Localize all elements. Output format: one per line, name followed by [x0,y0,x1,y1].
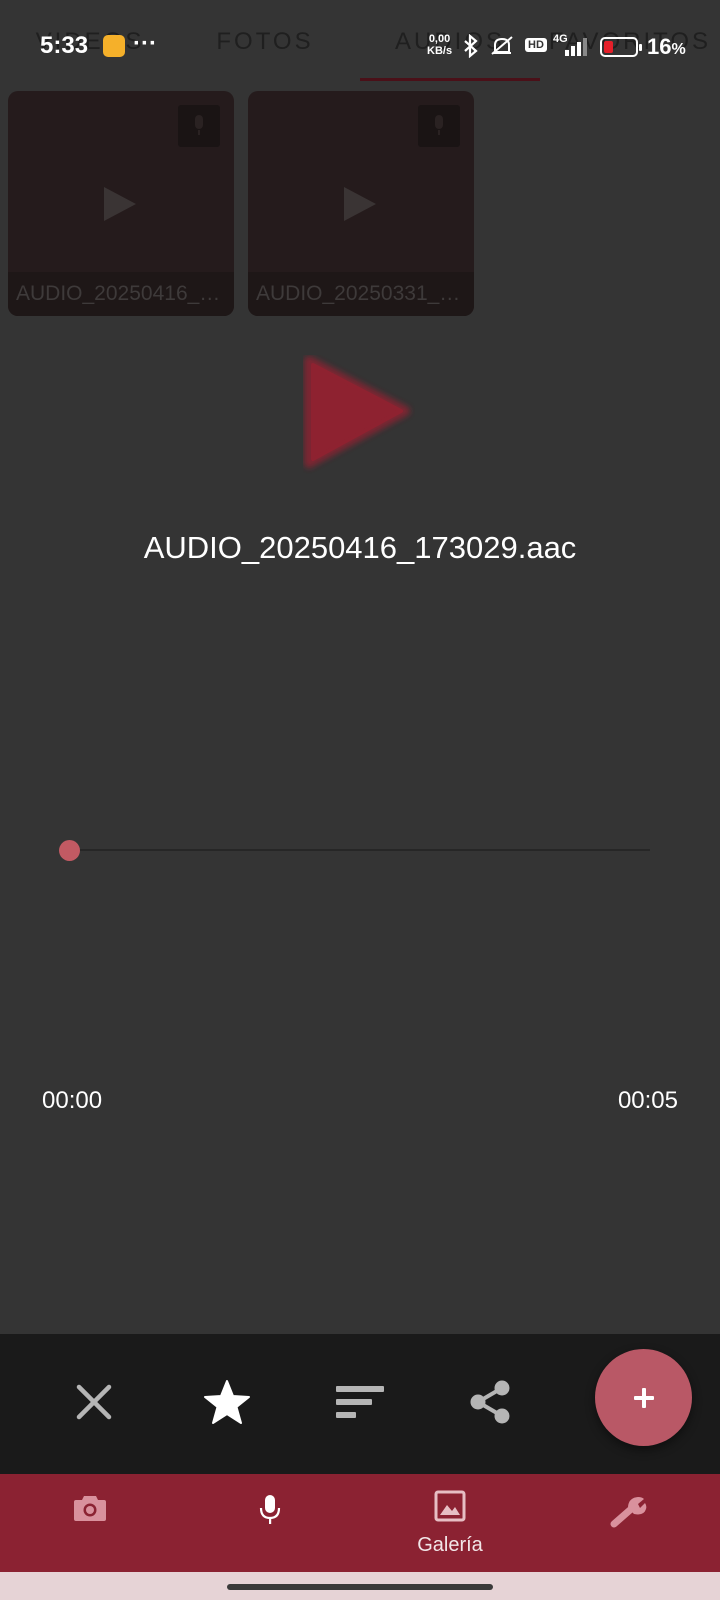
sort-icon [336,1386,384,1418]
tab-indicator [360,78,540,81]
sort-button[interactable] [330,1372,390,1432]
gallery-icon [434,1490,466,1522]
camera-icon [74,1496,106,1521]
tab-videos[interactable]: VIDEOS [0,28,180,56]
plus-icon [633,1387,654,1408]
seek-bar[interactable] [70,849,650,851]
nav-gallery-label: Galería [417,1534,483,1556]
close-icon [76,1384,112,1420]
play-button[interactable] [303,355,415,475]
close-button[interactable] [64,1372,124,1432]
play-icon [344,187,376,221]
star-icon [204,1380,250,1424]
mic-icon [178,105,220,147]
home-gesture-bar[interactable] [227,1584,493,1590]
bottom-navigation: Galería [0,1474,720,1572]
tab-bar: VIDEOS FOTOS AUDIOS FAVORITOS [0,0,720,84]
nav-camera[interactable] [0,1474,180,1572]
tab-audios[interactable]: AUDIOS [360,28,540,56]
mic-icon [418,105,460,147]
share-button[interactable] [460,1372,520,1432]
share-icon [470,1380,510,1424]
favorite-button[interactable] [197,1372,257,1432]
mic-icon [259,1495,281,1524]
nav-settings[interactable] [540,1474,720,1572]
wrench-icon [610,1497,647,1528]
thumbnail-caption: AUDIO_20250416_… [8,272,234,316]
add-button[interactable] [595,1349,692,1446]
current-time: 00:00 [42,1087,103,1114]
seek-thumb[interactable] [59,840,80,861]
tab-favoritos[interactable]: FAVORITOS [540,28,720,56]
thumbnail-caption: AUDIO_20250331_… [248,272,474,316]
audio-thumbnail[interactable]: AUDIO_20250416_… [8,91,234,316]
tab-fotos[interactable]: FOTOS [175,28,355,56]
total-time: 00:05 [617,1087,678,1114]
audio-file-name: AUDIO_20250416_173029.aac [143,530,577,565]
play-icon [104,187,136,221]
nav-gallery[interactable]: Galería [360,1474,540,1572]
audio-thumbnail[interactable]: AUDIO_20250331_… [248,91,474,316]
nav-audio[interactable] [180,1474,360,1572]
